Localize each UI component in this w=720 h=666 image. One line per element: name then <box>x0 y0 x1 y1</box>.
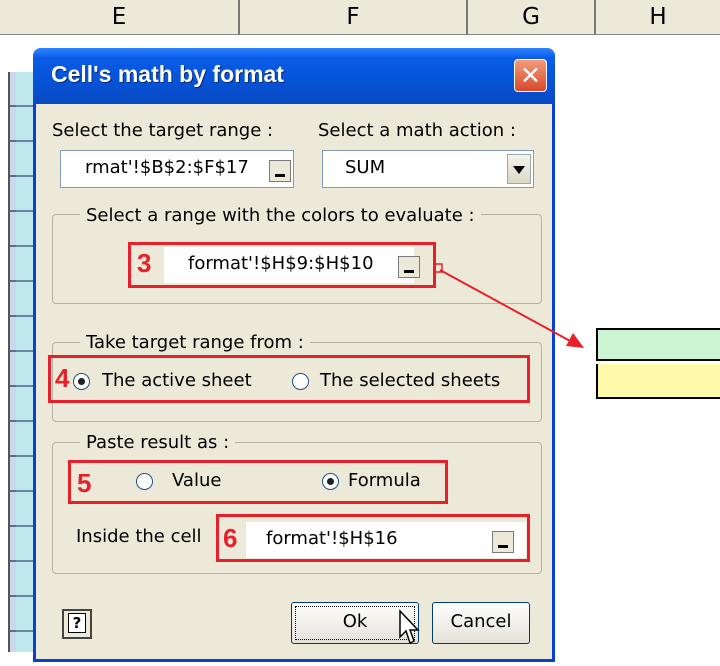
math-action-dropdown-button[interactable] <box>507 154 531 184</box>
color-cell-yellow[interactable] <box>596 364 720 399</box>
colors-group-title: Select a range with the colors to evalua… <box>80 205 481 226</box>
annotation-box-6 <box>216 514 530 562</box>
target-range-input[interactable]: rmat'!$B$2:$F$17 <box>60 150 294 188</box>
help-icon: ? <box>68 613 86 633</box>
annotation-number-6: 6 <box>223 523 238 553</box>
cancel-button[interactable]: Cancel <box>432 602 530 644</box>
target-range-label: Select the target range : <box>52 120 274 141</box>
target-range-value: rmat'!$B$2:$F$17 <box>85 157 249 178</box>
column-header-row: E F G H <box>0 0 720 35</box>
column-header-h[interactable]: H <box>596 0 720 34</box>
cancel-label: Cancel <box>450 611 512 632</box>
ok-label: Ok <box>342 611 368 632</box>
annotation-box-3 <box>128 242 436 288</box>
column-header-e[interactable]: E <box>0 0 240 34</box>
math-action-label: Select a math action : <box>318 120 516 141</box>
close-icon: ✕ <box>520 61 541 90</box>
annotation-number-4: 4 <box>55 363 70 393</box>
inside-cell-label: Inside the cell <box>76 526 202 547</box>
target-range-picker-button[interactable] <box>269 160 291 182</box>
dialog-title-bar[interactable]: Cell's math by format ✕ <box>33 48 555 104</box>
math-action-select[interactable]: SUM <box>322 150 534 188</box>
help-button[interactable]: ? <box>62 609 92 639</box>
color-cell-green[interactable] <box>596 328 720 361</box>
math-action-value: SUM <box>345 157 386 178</box>
dialog-title: Cell's math by format <box>51 61 284 87</box>
column-header-f[interactable]: F <box>240 0 468 34</box>
take-from-group-title: Take target range from : <box>80 332 310 353</box>
annotation-number-3: 3 <box>137 248 152 278</box>
cells-math-dialog: Cell's math by format ✕ Select the targe… <box>33 48 555 662</box>
chevron-down-icon <box>513 166 525 174</box>
annotation-box-4 <box>48 355 530 403</box>
mouse-cursor-icon <box>399 609 420 645</box>
paste-group-title: Paste result as : <box>80 432 236 453</box>
annotation-number-5: 5 <box>77 468 92 498</box>
annotation-box-5 <box>68 460 448 504</box>
collapse-icon <box>275 174 285 177</box>
close-button[interactable]: ✕ <box>514 59 547 92</box>
column-header-g[interactable]: G <box>468 0 596 34</box>
